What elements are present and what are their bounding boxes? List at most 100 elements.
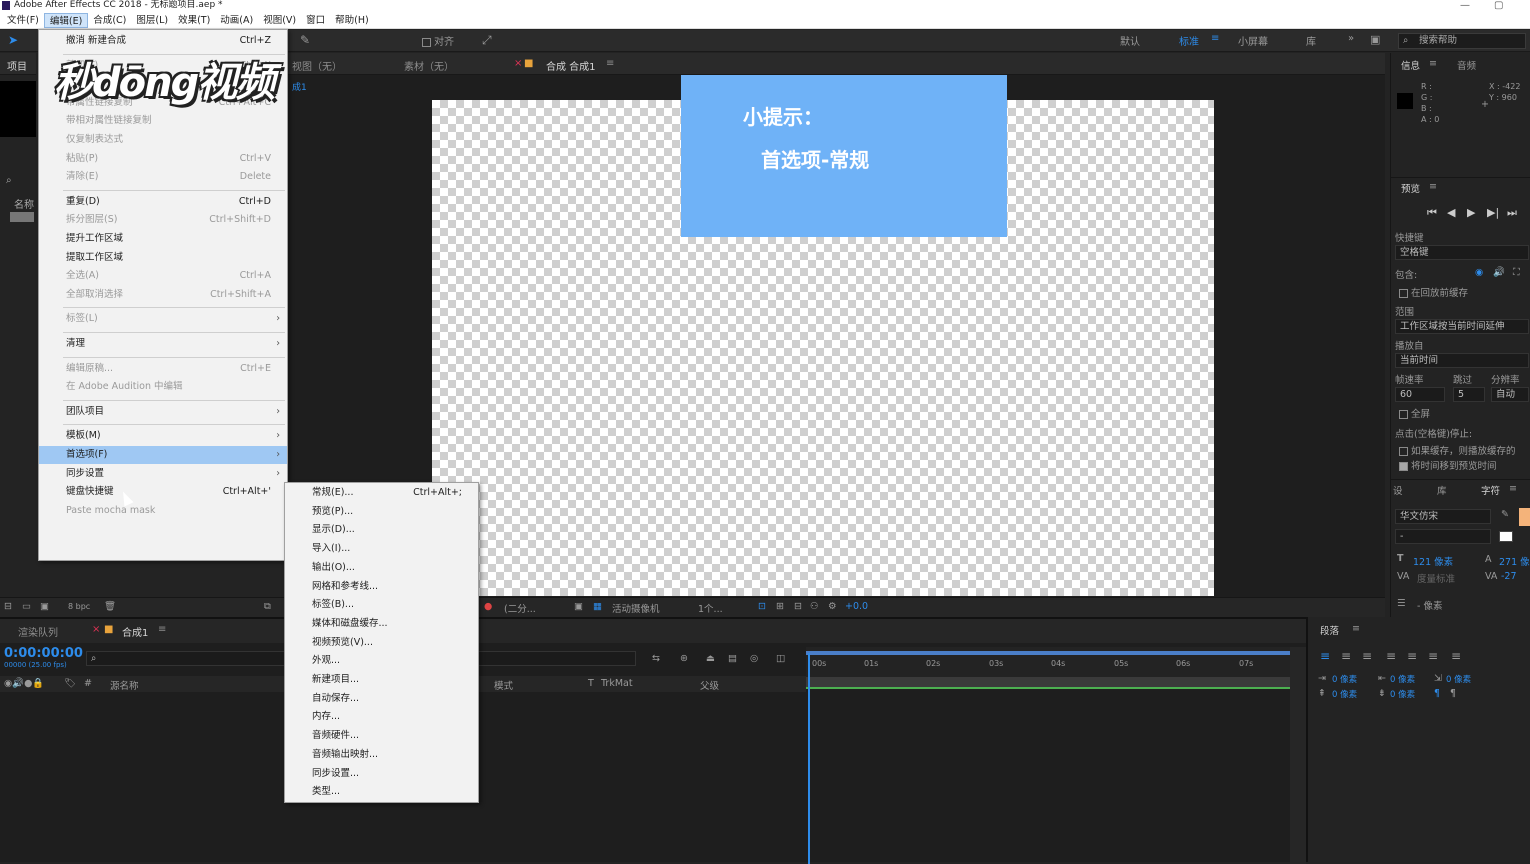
mode-column[interactable]: 模式 [494,678,513,692]
edit-menu-item[interactable]: 模板(M) › [39,427,287,445]
exposure-value[interactable]: +0.0 [845,601,868,612]
trash-icon[interactable]: 🗑 [104,601,116,612]
fullscreen-checkbox[interactable]: 全屏 [1399,406,1430,420]
resolution-dropdown[interactable]: 自动 [1491,387,1529,402]
include-audio-icon[interactable]: 🔊 [1493,267,1505,278]
close-comp-tab-icon[interactable]: × [92,624,100,635]
tab-info[interactable]: 信息 [1401,58,1420,72]
rtl-direction-icon[interactable]: ¶ [1450,688,1456,699]
preferences-menu-item[interactable]: 预览(P)... [285,503,478,521]
indent-right-value[interactable]: 0 像素 [1390,673,1415,685]
tab-effects-short[interactable]: 设 [1393,483,1403,497]
cache-before-playback-checkbox[interactable]: 在回放前缓存 [1399,285,1468,299]
edit-menu-item[interactable]: 清理 › [39,335,287,353]
zoom-dropdown[interactable]: (二分... [504,601,536,615]
if-caching-checkbox[interactable]: 如果缓存，则播放缓存的 [1399,443,1516,457]
reset-exposure-icon[interactable]: ⚙ [828,601,837,612]
tab-menu-icon[interactable]: ≡ [606,58,614,69]
transparency-grid-icon[interactable]: ▦ [593,601,602,612]
timeline-toggle-icon[interactable]: ⊞ [776,601,784,612]
menu-help[interactable]: 帮助(H) [330,13,374,28]
space-after-value[interactable]: 0 像素 [1390,688,1415,700]
workspace-default[interactable]: 默认 [1120,33,1140,48]
workspace-panel-icon[interactable]: ▣ [1370,33,1380,46]
maximize-button[interactable]: ▢ [1494,0,1503,11]
info-menu-icon[interactable]: ≡ [1429,58,1437,69]
preferences-menu-item[interactable]: 常规(E)... Ctrl+Alt+; [285,484,478,502]
help-search-input[interactable]: ⌕ 搜索帮助 [1398,33,1526,49]
selection-tool-icon[interactable]: ➤ [8,33,18,47]
indent-first-value[interactable]: 0 像素 [1446,673,1471,685]
range-dropdown[interactable]: 工作区域按当前时间延伸 [1395,319,1529,334]
font-size-value[interactable]: 121 像素 [1413,554,1453,568]
preferences-menu-item[interactable]: 同步设置... [285,765,478,783]
menu-animation[interactable]: 动画(A) [215,13,258,28]
menu-file[interactable]: 文件(F) [2,13,44,28]
minimize-button[interactable]: — [1460,0,1470,11]
comp-mini-flowchart-icon[interactable]: ⇆ [652,653,660,664]
indent-left-value[interactable]: 0 像素 [1332,673,1357,685]
preview-menu-icon[interactable]: ≡ [1429,181,1437,192]
preferences-menu-item[interactable]: 输出(O)... [285,559,478,577]
edit-menu-item[interactable]: 提取工作区域 [39,249,287,267]
tab-footage[interactable]: 素材（无） [404,58,454,73]
paragraph-menu-icon[interactable]: ≡ [1352,623,1360,634]
graph-editor-icon[interactable]: ◫ [776,653,785,664]
preferences-menu-item[interactable]: 标签(B)... [285,596,478,614]
playhead[interactable] [808,653,810,864]
snap-icon[interactable]: ⤢ [482,33,492,48]
edit-menu-item[interactable]: 提升工作区域 [39,230,287,248]
prev-frame-icon[interactable]: ◀ [1447,206,1455,219]
play-from-dropdown[interactable]: 当前时间 [1395,353,1529,368]
space-before-value[interactable]: 0 像素 [1332,688,1357,700]
bit-depth-button[interactable]: 8 bpc [68,602,90,611]
shortcut-dropdown[interactable]: 空格键 [1395,245,1529,260]
close-tab-icon[interactable]: × [514,58,522,69]
tab-render-queue[interactable]: 渲染队列 [18,624,58,639]
edit-menu-item[interactable]: 撤消 新建合成 Ctrl+Z [39,32,287,50]
preferences-menu-item[interactable]: 视频预览(V)... [285,634,478,652]
preferences-menu-item[interactable]: 显示(D)... [285,521,478,539]
eyedropper-icon[interactable]: ✎ [1501,509,1509,520]
include-video-icon[interactable]: ◉ [1475,267,1483,278]
flowchart-icon[interactable]: ⚇ [810,601,819,612]
project-name-column[interactable]: 名称 [14,196,34,211]
fast-preview-icon[interactable]: ⊡ [758,601,766,612]
align-right-icon[interactable]: ≡ [1362,649,1372,663]
play-icon[interactable]: ▶ [1467,206,1475,219]
preferences-menu-item[interactable]: 自动保存... [285,690,478,708]
comp-breadcrumb[interactable]: 成1 [292,80,307,93]
last-frame-icon[interactable]: ⏭ [1507,206,1517,220]
av-switches-icons[interactable]: ◉🔊●🔒 [4,678,44,689]
character-menu-icon[interactable]: ≡ [1509,483,1517,494]
include-overlays-icon[interactable]: ⛶ [1513,267,1520,278]
tab-layer-view[interactable]: 视图（无） [292,58,342,73]
region-of-interest-icon[interactable]: ▣ [574,601,583,612]
interpret-footage-icon[interactable]: ⊟ [4,601,12,612]
current-time[interactable]: 0:00:00:00 [4,646,83,661]
align-center-icon[interactable]: ≡ [1341,649,1351,663]
preferences-menu-item[interactable]: 媒体和磁盘缓存... [285,615,478,633]
preferences-menu-item[interactable]: 音频输出映射... [285,746,478,764]
edit-menu-item[interactable]: 键盘快捷键 Ctrl+Alt+' [39,483,287,501]
menu-window[interactable]: 窗口 [301,13,330,28]
workspace-standard[interactable]: 标准 [1179,33,1199,48]
edit-menu-item[interactable]: 同步设置 › [39,465,287,483]
menu-effect[interactable]: 效果(T) [173,13,215,28]
preferences-menu-item[interactable]: 音频硬件... [285,727,478,745]
viewer-snapshot-icon[interactable]: ⧉ [264,601,271,612]
menu-edit[interactable]: 编辑(E) [43,12,89,28]
preferences-menu-item[interactable]: 网格和参考线... [285,578,478,596]
align-left-icon[interactable]: ≡ [1320,649,1330,663]
align-checkbox[interactable]: 对齐 [422,33,454,48]
preferences-menu-item[interactable]: 类型... [285,783,478,801]
project-search-icon[interactable]: ⌕ [6,175,12,186]
motion-blur-icon[interactable]: ◎ [750,653,758,664]
next-frame-icon[interactable]: ▶| [1487,206,1499,219]
preferences-menu-item[interactable]: 外观... [285,652,478,670]
stroke-width-value[interactable]: - 像素 [1417,598,1442,612]
justify-left-icon[interactable]: ≡ [1386,649,1396,663]
justify-all-icon[interactable]: ≡ [1451,649,1461,663]
preferences-menu-item[interactable]: 内存... [285,708,478,726]
frame-blending-icon[interactable]: ▤ [728,653,737,664]
